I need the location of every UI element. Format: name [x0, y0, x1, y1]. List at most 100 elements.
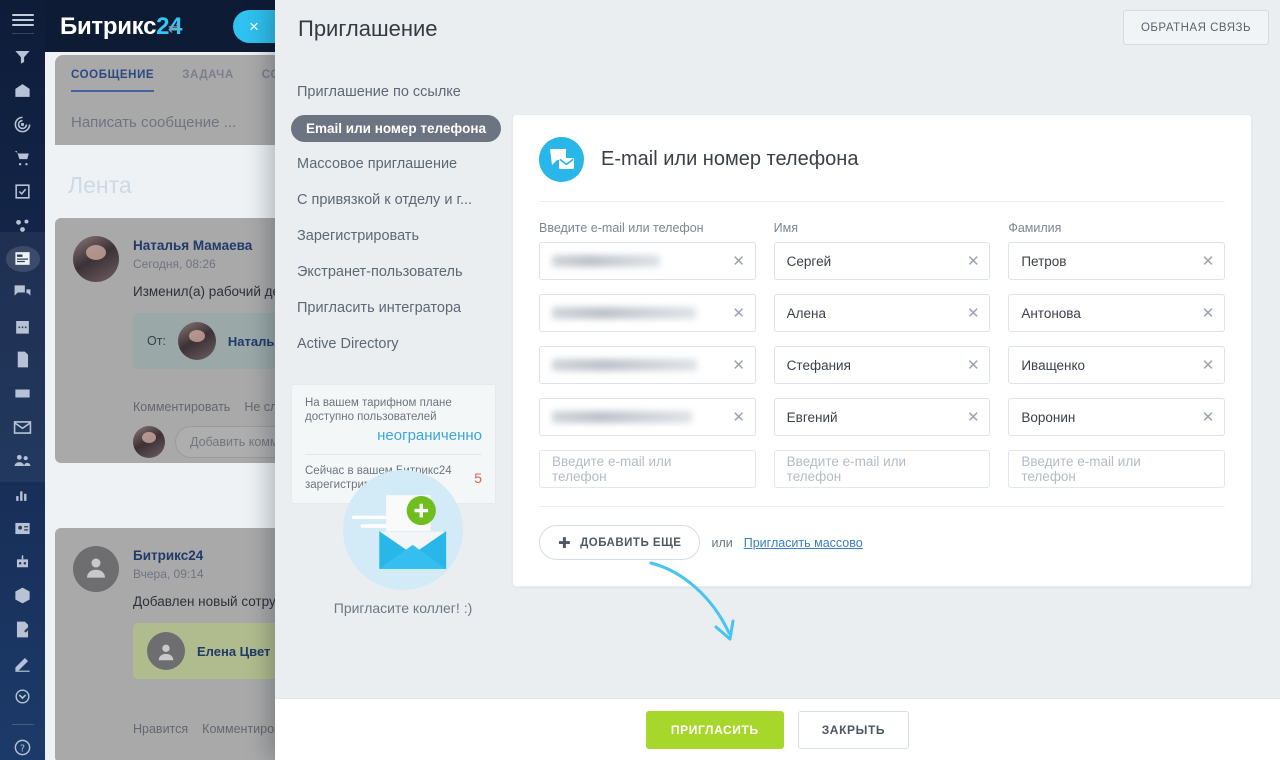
last-name-field[interactable]: Петров ✕ — [1008, 242, 1226, 280]
company-icon[interactable] — [6, 78, 40, 104]
mail-icon[interactable] — [6, 414, 40, 440]
sidebar-item-label: Массовое приглашение — [297, 156, 458, 172]
composer-tab-message[interactable]: СООБЩЕНИЕ — [71, 69, 155, 92]
sidebar-item-label: Email или номер телефона — [291, 114, 501, 142]
post-author[interactable]: Битрикс24 — [133, 548, 203, 563]
sidebar-item-email-or-phone[interactable]: Email или номер телефона — [275, 110, 512, 146]
contact-field[interactable]: ✕ — [539, 346, 756, 384]
sidebar-item-invite-integrator[interactable]: Пригласить интегратора — [275, 290, 512, 326]
more-icon[interactable] — [6, 684, 40, 710]
feed-title: Лента — [68, 172, 132, 198]
modal-sidebar: Приглашение по ссылке Email или номер те… — [275, 62, 735, 698]
first-name-field[interactable]: Стефания ✕ — [773, 346, 991, 384]
post-card-label[interactable]: Елена Цвет — [197, 644, 270, 659]
sign-icon[interactable] — [6, 617, 40, 643]
first-name-field[interactable]: Сергей ✕ — [773, 242, 991, 280]
last-name-field[interactable]: Воронин ✕ — [1008, 398, 1226, 436]
sidebar-item-with-department[interactable]: С привязкой к отделу и г... — [275, 182, 512, 218]
invite-button[interactable]: ПРИГЛАСИТЬ — [645, 710, 784, 749]
automation-icon[interactable] — [6, 549, 40, 575]
contact-field-empty[interactable]: Введите e-mail или телефон — [539, 450, 756, 488]
contacts-icon[interactable] — [6, 448, 40, 474]
feed-icon[interactable] — [5, 245, 40, 272]
clear-icon[interactable]: ✕ — [1201, 358, 1215, 373]
mass-invite-link[interactable]: Пригласить массово — [744, 536, 863, 550]
illustration-caption: Пригласите коллег! :) — [333, 600, 473, 616]
quota-plan-text: На вашем тарифном плане доступно пользов… — [305, 397, 452, 423]
calendar-icon[interactable] — [6, 313, 40, 339]
sidebar-item-active-directory[interactable]: Active Directory — [275, 326, 512, 362]
post-text: Изменил(а) рабочий день — [133, 284, 295, 299]
feedback-button[interactable]: ОБРАТНАЯ СВЯЗЬ — [1122, 10, 1269, 45]
invite-card: E-mail или номер телефона Введите e-mail… — [512, 114, 1252, 587]
add-row: ✚ ДОБАВИТЬ ЕЩЕ или Пригласить массово — [539, 525, 1225, 560]
column-header: Фамилия — [1008, 221, 1062, 235]
clear-icon[interactable]: ✕ — [1201, 306, 1215, 321]
column-header: Имя — [773, 221, 799, 235]
first-name-field-empty[interactable]: Введите e-mail или телефон — [773, 450, 991, 488]
documents-icon[interactable] — [6, 347, 40, 373]
app-logo[interactable]: Битрикс24 — [60, 13, 183, 41]
tasks-icon[interactable] — [6, 179, 40, 205]
avatar[interactable] — [73, 546, 119, 592]
composer-tab-task[interactable]: ЗАДАЧА — [182, 69, 234, 92]
sidebar-item-mass-invite[interactable]: Массовое приглашение — [275, 146, 512, 182]
crm-icon[interactable] — [6, 111, 40, 137]
first-name-field[interactable]: Алена ✕ — [773, 294, 991, 332]
last-name-field[interactable]: Иващенко ✕ — [1008, 346, 1226, 384]
placeholder-text: Введите e-mail или телефон — [1021, 454, 1141, 484]
network-icon[interactable] — [6, 212, 40, 238]
card-header: E-mail или номер телефона — [539, 137, 1225, 202]
quota-plan-value: неограниченно — [377, 427, 482, 444]
post-card-prefix: От: — [147, 334, 166, 348]
clear-icon[interactable]: ✕ — [732, 358, 746, 373]
redacted-value — [552, 359, 697, 371]
analytics-icon[interactable] — [6, 482, 40, 508]
contact-field[interactable]: ✕ — [539, 294, 756, 332]
first-name-field[interactable]: Евгений ✕ — [773, 398, 991, 436]
filter-icon[interactable] — [6, 44, 40, 70]
post-action-comment[interactable]: Комментировать — [133, 400, 230, 414]
clear-icon[interactable]: ✕ — [966, 410, 980, 425]
last-name-field[interactable]: Антонова ✕ — [1008, 294, 1226, 332]
sidebar-item-label: Пригласить интегратора — [297, 300, 462, 316]
clear-icon[interactable]: ✕ — [966, 358, 980, 373]
plus-icon: ✚ — [558, 534, 572, 552]
post-actions[interactable]: Нравится Комментирова — [133, 722, 288, 736]
drive-icon[interactable] — [6, 381, 40, 407]
sidebar-item-extranet-user[interactable]: Экстранет-пользователь — [275, 254, 512, 290]
avatar[interactable] — [73, 236, 119, 282]
clear-icon[interactable]: ✕ — [732, 410, 746, 425]
post-author[interactable]: Наталья Мамаева — [133, 238, 252, 253]
chat-icon[interactable] — [6, 280, 40, 306]
clear-icon[interactable]: ✕ — [732, 306, 746, 321]
post-actions[interactable]: Комментировать Не след — [133, 400, 291, 414]
sites-icon[interactable] — [6, 650, 40, 676]
app-settings-icon[interactable]: ⇌ — [168, 19, 181, 37]
app-logo-text: Битрикс — [60, 13, 157, 40]
close-button[interactable]: ЗАКРЫТЬ — [797, 710, 910, 749]
redacted-value — [552, 411, 692, 423]
sidebar-item-register[interactable]: Зарегистрировать — [275, 218, 512, 254]
placeholder-text: Введите e-mail или телефон — [786, 454, 907, 484]
app-left-rail[interactable]: ? — [0, 0, 45, 760]
clear-icon[interactable]: ✕ — [966, 254, 980, 269]
help-icon[interactable]: ? — [6, 734, 40, 760]
clear-icon[interactable]: ✕ — [1201, 410, 1215, 425]
contact-field[interactable]: ✕ — [539, 398, 756, 436]
clear-icon[interactable]: ✕ — [732, 254, 746, 269]
shop-icon[interactable] — [6, 145, 40, 171]
marketplace-icon[interactable] — [6, 583, 40, 609]
redacted-value — [552, 307, 696, 319]
clear-icon[interactable]: ✕ — [1201, 254, 1215, 269]
menu-icon[interactable] — [11, 14, 34, 27]
last-name-field-empty[interactable]: Введите e-mail или телефон — [1008, 450, 1226, 488]
contact-field[interactable]: ✕ — [539, 242, 756, 280]
column-first-name: Имя Сергей ✕ Алена ✕ Стефания ✕ Евгений … — [773, 221, 991, 502]
post-action-like[interactable]: Нравится — [133, 722, 188, 736]
field-value: Петров — [1021, 253, 1067, 269]
employees-icon[interactable] — [6, 515, 40, 541]
envelope-icon — [351, 495, 447, 569]
sidebar-item-invite-by-link[interactable]: Приглашение по ссылке — [275, 74, 512, 110]
clear-icon[interactable]: ✕ — [966, 306, 980, 321]
